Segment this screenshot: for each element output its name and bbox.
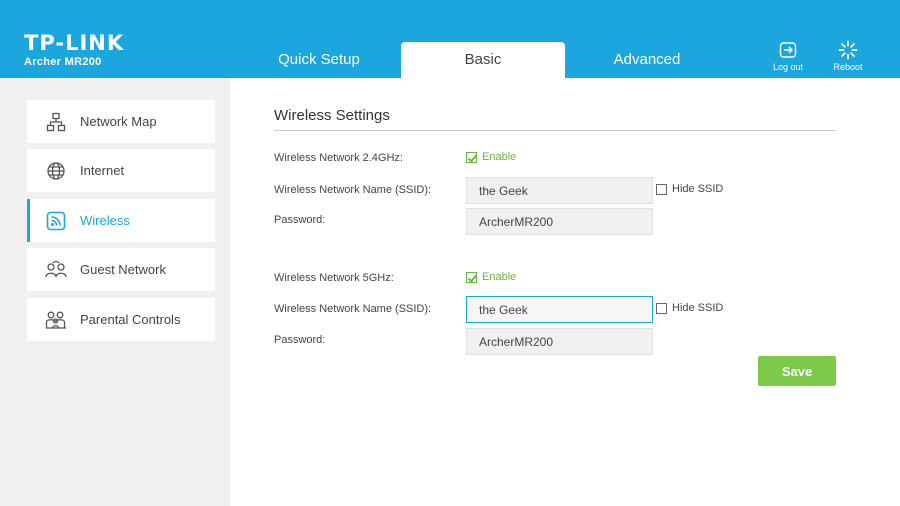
band-5-ssid-input[interactable] [466,296,653,323]
sidebar-item-label: Guest Network [80,262,166,277]
sidebar: Network Map Internet Wireless Guest Netw… [0,78,230,506]
save-button[interactable]: Save [758,356,836,386]
page-title: Wireless Settings [274,107,390,124]
brand: TP-LINK Archer MR200 [24,31,125,69]
enable-label: Enable [482,151,517,163]
band-24-hide-ssid-checkbox[interactable]: Hide SSID [656,183,723,195]
reboot-label: Reboot [833,62,863,72]
band-5-password-label: Password: [274,334,326,346]
parental-controls-icon [45,311,66,329]
checkbox-checked-icon [466,151,477,163]
hide-ssid-label: Hide SSID [672,302,724,314]
sidebar-item-label: Internet [80,163,125,178]
sidebar-item-label: Wireless [80,213,130,228]
band-24-ssid-input[interactable] [466,177,653,204]
reboot-icon [838,40,858,60]
band-24-label: Wireless Network 2.4GHz: [274,152,403,164]
band-5-ssid-label: Wireless Network Name (SSID): [274,303,432,315]
band-5-label: Wireless Network 5GHz: [274,272,394,284]
sidebar-item-guest-network[interactable]: Guest Network [27,248,215,291]
band-5-hide-ssid-checkbox[interactable]: Hide SSID [656,302,723,314]
guest-network-icon [45,260,67,277]
sidebar-item-network-map[interactable]: Network Map [27,100,215,143]
sidebar-item-label: Network Map [80,114,157,129]
tab-advanced[interactable]: Advanced [565,42,729,78]
top-header: TP-LINK Archer MR200 Quick Setup Basic A… [0,0,900,78]
title-divider [274,130,836,131]
checkbox-unchecked-icon [656,302,667,314]
band-5-enable-checkbox[interactable]: Enable [466,271,516,283]
logout-button[interactable]: Log out [766,40,810,72]
sidebar-item-wireless[interactable]: Wireless [27,199,215,242]
checkbox-unchecked-icon [656,183,667,195]
tab-basic[interactable]: Basic [401,42,565,78]
band-24-password-label: Password: [274,214,326,226]
logout-icon [779,42,797,58]
globe-icon [47,161,65,180]
tp-link-logo: TP-LINK [24,31,125,55]
reboot-button[interactable]: Reboot [826,40,870,72]
band-24-ssid-label: Wireless Network Name (SSID): [274,184,432,196]
band-24-password-input[interactable] [466,208,653,235]
sidebar-item-parental-controls[interactable]: Parental Controls [27,298,215,341]
sidebar-item-label: Parental Controls [80,312,181,327]
logout-label: Log out [772,62,804,72]
band-24-enable-checkbox[interactable]: Enable [466,151,516,163]
model-name: Archer MR200 [24,56,102,68]
wireless-icon [46,211,66,230]
enable-label: Enable [482,271,517,283]
checkbox-checked-icon [466,271,477,283]
band-5-password-input[interactable] [466,328,653,355]
tab-quick-setup[interactable]: Quick Setup [237,42,401,78]
sidebar-item-internet[interactable]: Internet [27,149,215,192]
network-map-icon [46,112,66,131]
hide-ssid-label: Hide SSID [672,183,724,195]
